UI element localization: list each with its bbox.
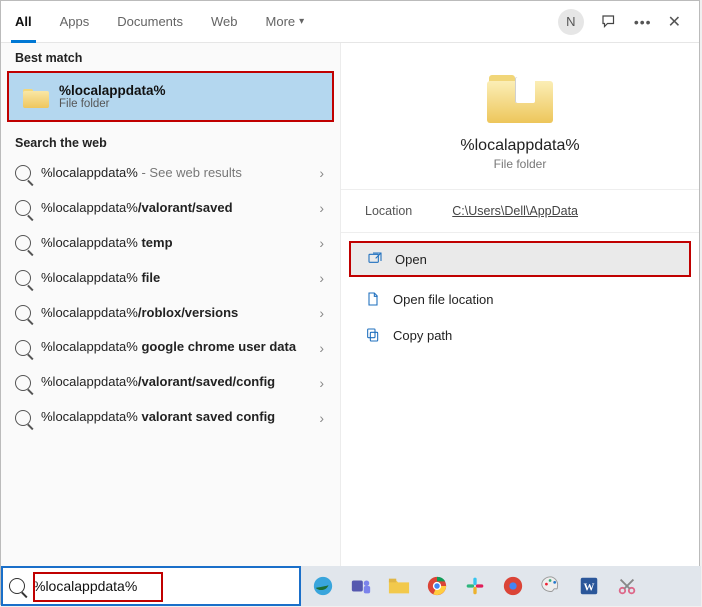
open-icon [367,251,383,267]
caret-down-icon: ▾ [299,16,304,27]
location-row: Location C:\Users\Dell\AppData [341,190,699,233]
open-action[interactable]: Open [349,241,691,277]
tab-web[interactable]: Web [197,1,252,42]
web-result-text: %localappdata% valorant saved config [41,409,307,426]
best-match-text: %localappdata% File folder [59,83,166,110]
search-icon [15,410,31,426]
copy-path-label: Copy path [393,328,452,343]
chevron-right-icon: › [317,270,326,286]
preview-actions: Open Open file location Copy path [341,233,699,359]
chevron-right-icon: › [317,375,326,391]
content-split: Best match %localappdata% File folder Se… [1,43,699,604]
open-location-action[interactable]: Open file location [341,281,699,317]
web-result-item[interactable]: %localappdata%/valorant/saved/config › [1,365,340,400]
copy-icon [365,327,381,343]
search-box[interactable]: %localappdata% [1,566,301,606]
taskbar-chrome2-icon[interactable] [499,572,527,600]
close-icon[interactable]: ✕ [668,12,681,32]
chevron-right-icon: › [317,235,326,251]
web-result-item[interactable]: %localappdata% file › [1,261,340,296]
location-value[interactable]: C:\Users\Dell\AppData [452,204,578,218]
results-pane: Best match %localappdata% File folder Se… [1,43,341,604]
folder-paper-icon [515,77,535,103]
web-result-text: %localappdata%/valorant/saved [41,200,307,217]
tab-more[interactable]: More ▾ [252,1,319,42]
tab-more-label: More [266,14,296,29]
tabs-bar: All Apps Documents Web More ▾ N ••• ✕ [1,1,699,43]
bottom-bar: %localappdata% W [1,566,701,606]
chevron-right-icon: › [317,305,326,321]
feedback-icon[interactable] [600,13,618,31]
search-icon [9,578,25,594]
web-result-text: %localappdata% - See web results [41,165,307,182]
tabs: All Apps Documents Web More ▾ [1,1,318,42]
search-icon [15,305,31,321]
best-match-label: Best match [1,43,340,71]
search-icon [15,340,31,356]
web-result-text: %localappdata%/valorant/saved/config [41,374,307,391]
taskbar-paint-icon[interactable] [537,572,565,600]
chevron-right-icon: › [317,340,326,356]
search-web-label: Search the web [1,128,340,156]
taskbar-edge-icon[interactable] [309,572,337,600]
preview-header: %localappdata% File folder [341,43,699,190]
taskbar-snip-icon[interactable] [613,572,641,600]
chevron-right-icon: › [317,200,326,216]
copy-path-action[interactable]: Copy path [341,317,699,353]
taskbar-slack-icon[interactable] [461,572,489,600]
search-icon [15,375,31,391]
chevron-right-icon: › [317,410,326,426]
web-result-text: %localappdata% file [41,270,307,287]
folder-icon [487,71,553,123]
taskbar-chrome-icon[interactable] [423,572,451,600]
web-result-item[interactable]: %localappdata% valorant saved config › [1,400,340,435]
search-icon [15,235,31,251]
web-result-item[interactable]: %localappdata% - See web results › [1,156,340,191]
svg-text:W: W [584,582,595,594]
preview-title: %localappdata% [460,137,579,155]
tab-documents[interactable]: Documents [103,1,197,42]
taskbar-teams-icon[interactable] [347,572,375,600]
web-result-text: %localappdata% google chrome user data [41,339,307,356]
best-match-title: %localappdata% [59,83,166,98]
file-location-icon [365,291,381,307]
best-match-item[interactable]: %localappdata% File folder [7,71,334,122]
web-result-item[interactable]: %localappdata% google chrome user data › [1,330,340,365]
taskbar: W [301,566,701,606]
web-result-text: %localappdata%/roblox/versions [41,305,307,322]
web-result-item[interactable]: %localappdata%/valorant/saved › [1,191,340,226]
avatar[interactable]: N [558,9,584,35]
folder-icon [23,86,49,108]
web-result-item[interactable]: %localappdata% temp › [1,226,340,261]
search-icon [15,165,31,181]
preview-pane: %localappdata% File folder Location C:\U… [341,43,699,604]
taskbar-word-icon[interactable]: W [575,572,603,600]
search-icon [15,270,31,286]
header-actions: N ••• ✕ [558,9,691,35]
best-match-subtitle: File folder [59,98,166,110]
search-icon [15,200,31,216]
open-label: Open [395,252,427,267]
search-input-value: %localappdata% [33,578,293,594]
open-location-label: Open file location [393,292,493,307]
taskbar-explorer-icon[interactable] [385,572,413,600]
web-result-text: %localappdata% temp [41,235,307,252]
chevron-right-icon: › [317,165,326,181]
web-result-item[interactable]: %localappdata%/roblox/versions › [1,296,340,331]
web-results-list: %localappdata% - See web results›%locala… [1,156,340,435]
more-options-icon[interactable]: ••• [634,14,652,30]
location-label: Location [365,204,412,218]
preview-subtitle: File folder [494,157,547,171]
tab-apps[interactable]: Apps [46,1,104,42]
search-window: All Apps Documents Web More ▾ N ••• ✕ Be… [0,0,700,605]
tab-all[interactable]: All [1,1,46,42]
